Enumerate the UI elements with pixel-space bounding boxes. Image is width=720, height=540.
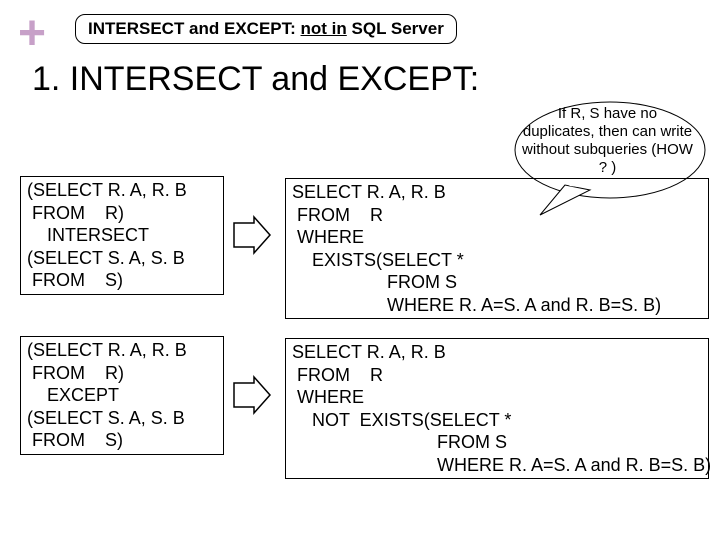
code-except-right: SELECT R. A, R. B FROM R WHERE NOT EXIST… — [285, 338, 709, 479]
code-intersect-left: (SELECT R. A, R. B FROM R) INTERSECT (SE… — [20, 176, 224, 295]
note-underline: not in — [301, 19, 347, 38]
arrow-icon — [232, 215, 272, 255]
code-intersect-right: SELECT R. A, R. B FROM R WHERE EXISTS(SE… — [285, 178, 709, 319]
slide-title: 1. INTERSECT and EXCEPT: — [32, 60, 479, 99]
code-except-left: (SELECT R. A, R. B FROM R) EXCEPT (SELEC… — [20, 336, 224, 455]
note-box: INTERSECT and EXCEPT: not in SQL Server — [75, 14, 457, 44]
note-prefix: INTERSECT and EXCEPT: — [88, 19, 301, 38]
callout-text: If R, S have no duplicates, then can wri… — [520, 105, 695, 177]
note-suffix: SQL Server — [347, 19, 444, 38]
arrow-icon — [232, 375, 272, 415]
plus-icon: + — [18, 10, 46, 58]
